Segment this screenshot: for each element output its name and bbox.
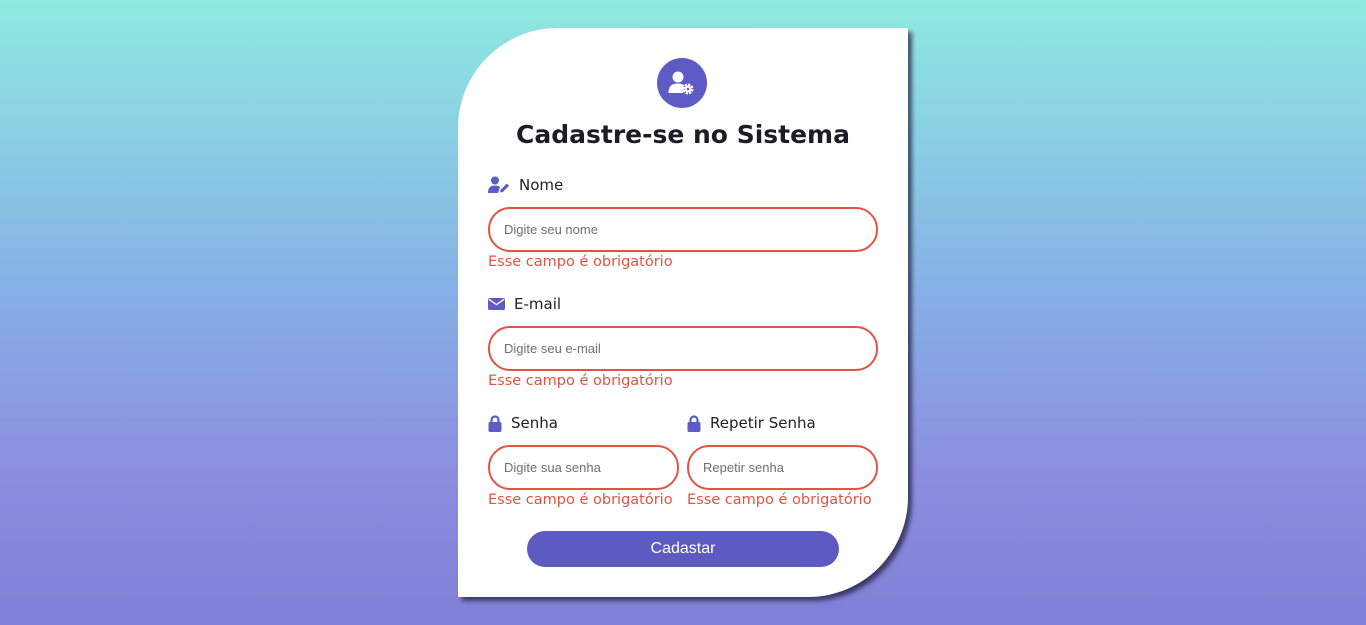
lock-icon [687,414,701,432]
password-repeat-input[interactable] [687,445,878,490]
email-label-text: E-mail [514,295,562,313]
password-label-text: Senha [511,414,558,432]
email-label: E-mail [488,293,561,315]
lock-icon [488,414,502,432]
name-error: Esse campo é obrigatório [488,254,673,270]
user-pen-icon [488,176,510,194]
password-repeat-error: Esse campo é obrigatório [687,492,872,508]
submit-button[interactable]: Cadastar [527,531,839,567]
envelope-icon [488,297,505,311]
page-title: Cadastre-se no Sistema [516,120,850,149]
email-error: Esse campo é obrigatório [488,373,673,389]
password-repeat-label: Repetir Senha [687,412,816,434]
name-input[interactable] [488,207,878,252]
email-input[interactable] [488,326,878,371]
name-label-text: Nome [519,176,564,194]
user-gear-icon [657,58,707,108]
password-error: Esse campo é obrigatório [488,492,673,508]
password-label: Senha [488,412,558,434]
register-card: Cadastre-se no Sistema Nome Esse campo é… [458,28,908,597]
password-input[interactable] [488,445,679,490]
name-label: Nome [488,174,563,196]
password-repeat-label-text: Repetir Senha [710,414,816,432]
